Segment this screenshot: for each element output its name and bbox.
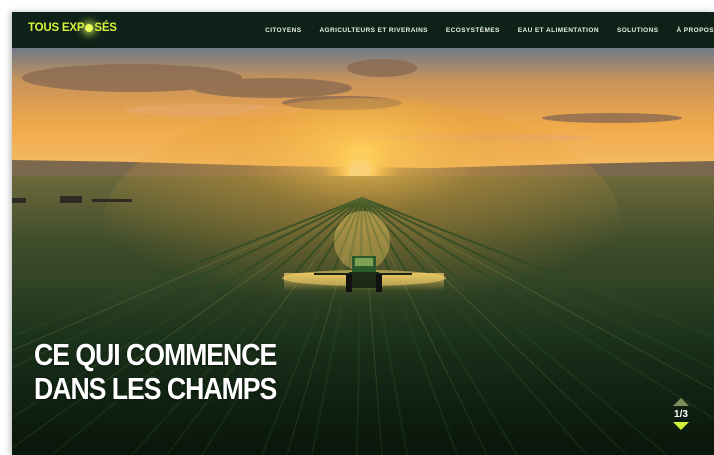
hero-headline-line2: DANS LES CHAMPS [34,371,277,406]
main-nav: CITOYENS AGRICULTEURS ET RIVERAINS ECOSY… [247,12,714,48]
nav-agriculteurs-riverains[interactable]: AGRICULTEURS ET RIVERAINS [319,27,427,34]
nav-a-propos[interactable]: À PROPOS [676,27,714,34]
slide-counter: 1/3 [674,409,688,420]
nav-solutions[interactable]: SOLUTIONS [617,27,659,34]
logo-glow-dot-icon [85,24,94,32]
hero-headline-line1: CE QUI COMMENCE [34,337,277,372]
triangle-down-icon[interactable] [673,422,689,430]
site-header: TOUS EXP SÉS CITOYENS AGRICULTEURS ET RI… [12,12,714,48]
hero-headline: CE QUI COMMENCE DANS LES CHAMPS [34,338,316,406]
browser-viewport: TOUS EXP SÉS CITOYENS AGRICULTEURS ET RI… [12,12,714,455]
slide-pager: 1/3 [670,398,692,430]
nav-eau-alimentation[interactable]: EAU ET ALIMENTATION [518,27,599,34]
logo-text-part2: SÉS [94,22,117,34]
nav-citoyens[interactable]: CITOYENS [265,27,301,34]
site-logo[interactable]: TOUS EXP SÉS [28,22,117,34]
nav-ecosystemes[interactable]: ECOSYSTÈMES [446,27,500,34]
triangle-up-icon[interactable] [673,398,689,406]
logo-text-part1: TOUS EXP [28,22,85,34]
